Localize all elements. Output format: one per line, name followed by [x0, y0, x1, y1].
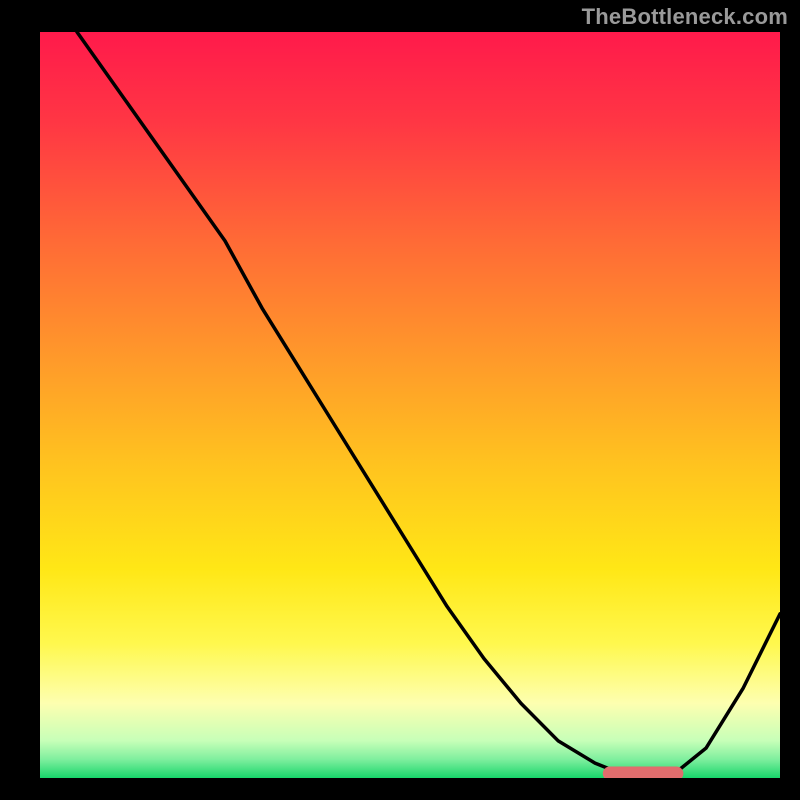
- chart-stage: TheBottleneck.com: [0, 0, 800, 800]
- plot-area: [40, 0, 780, 778]
- bottleneck-chart: [0, 0, 800, 800]
- gradient-background: [40, 32, 780, 778]
